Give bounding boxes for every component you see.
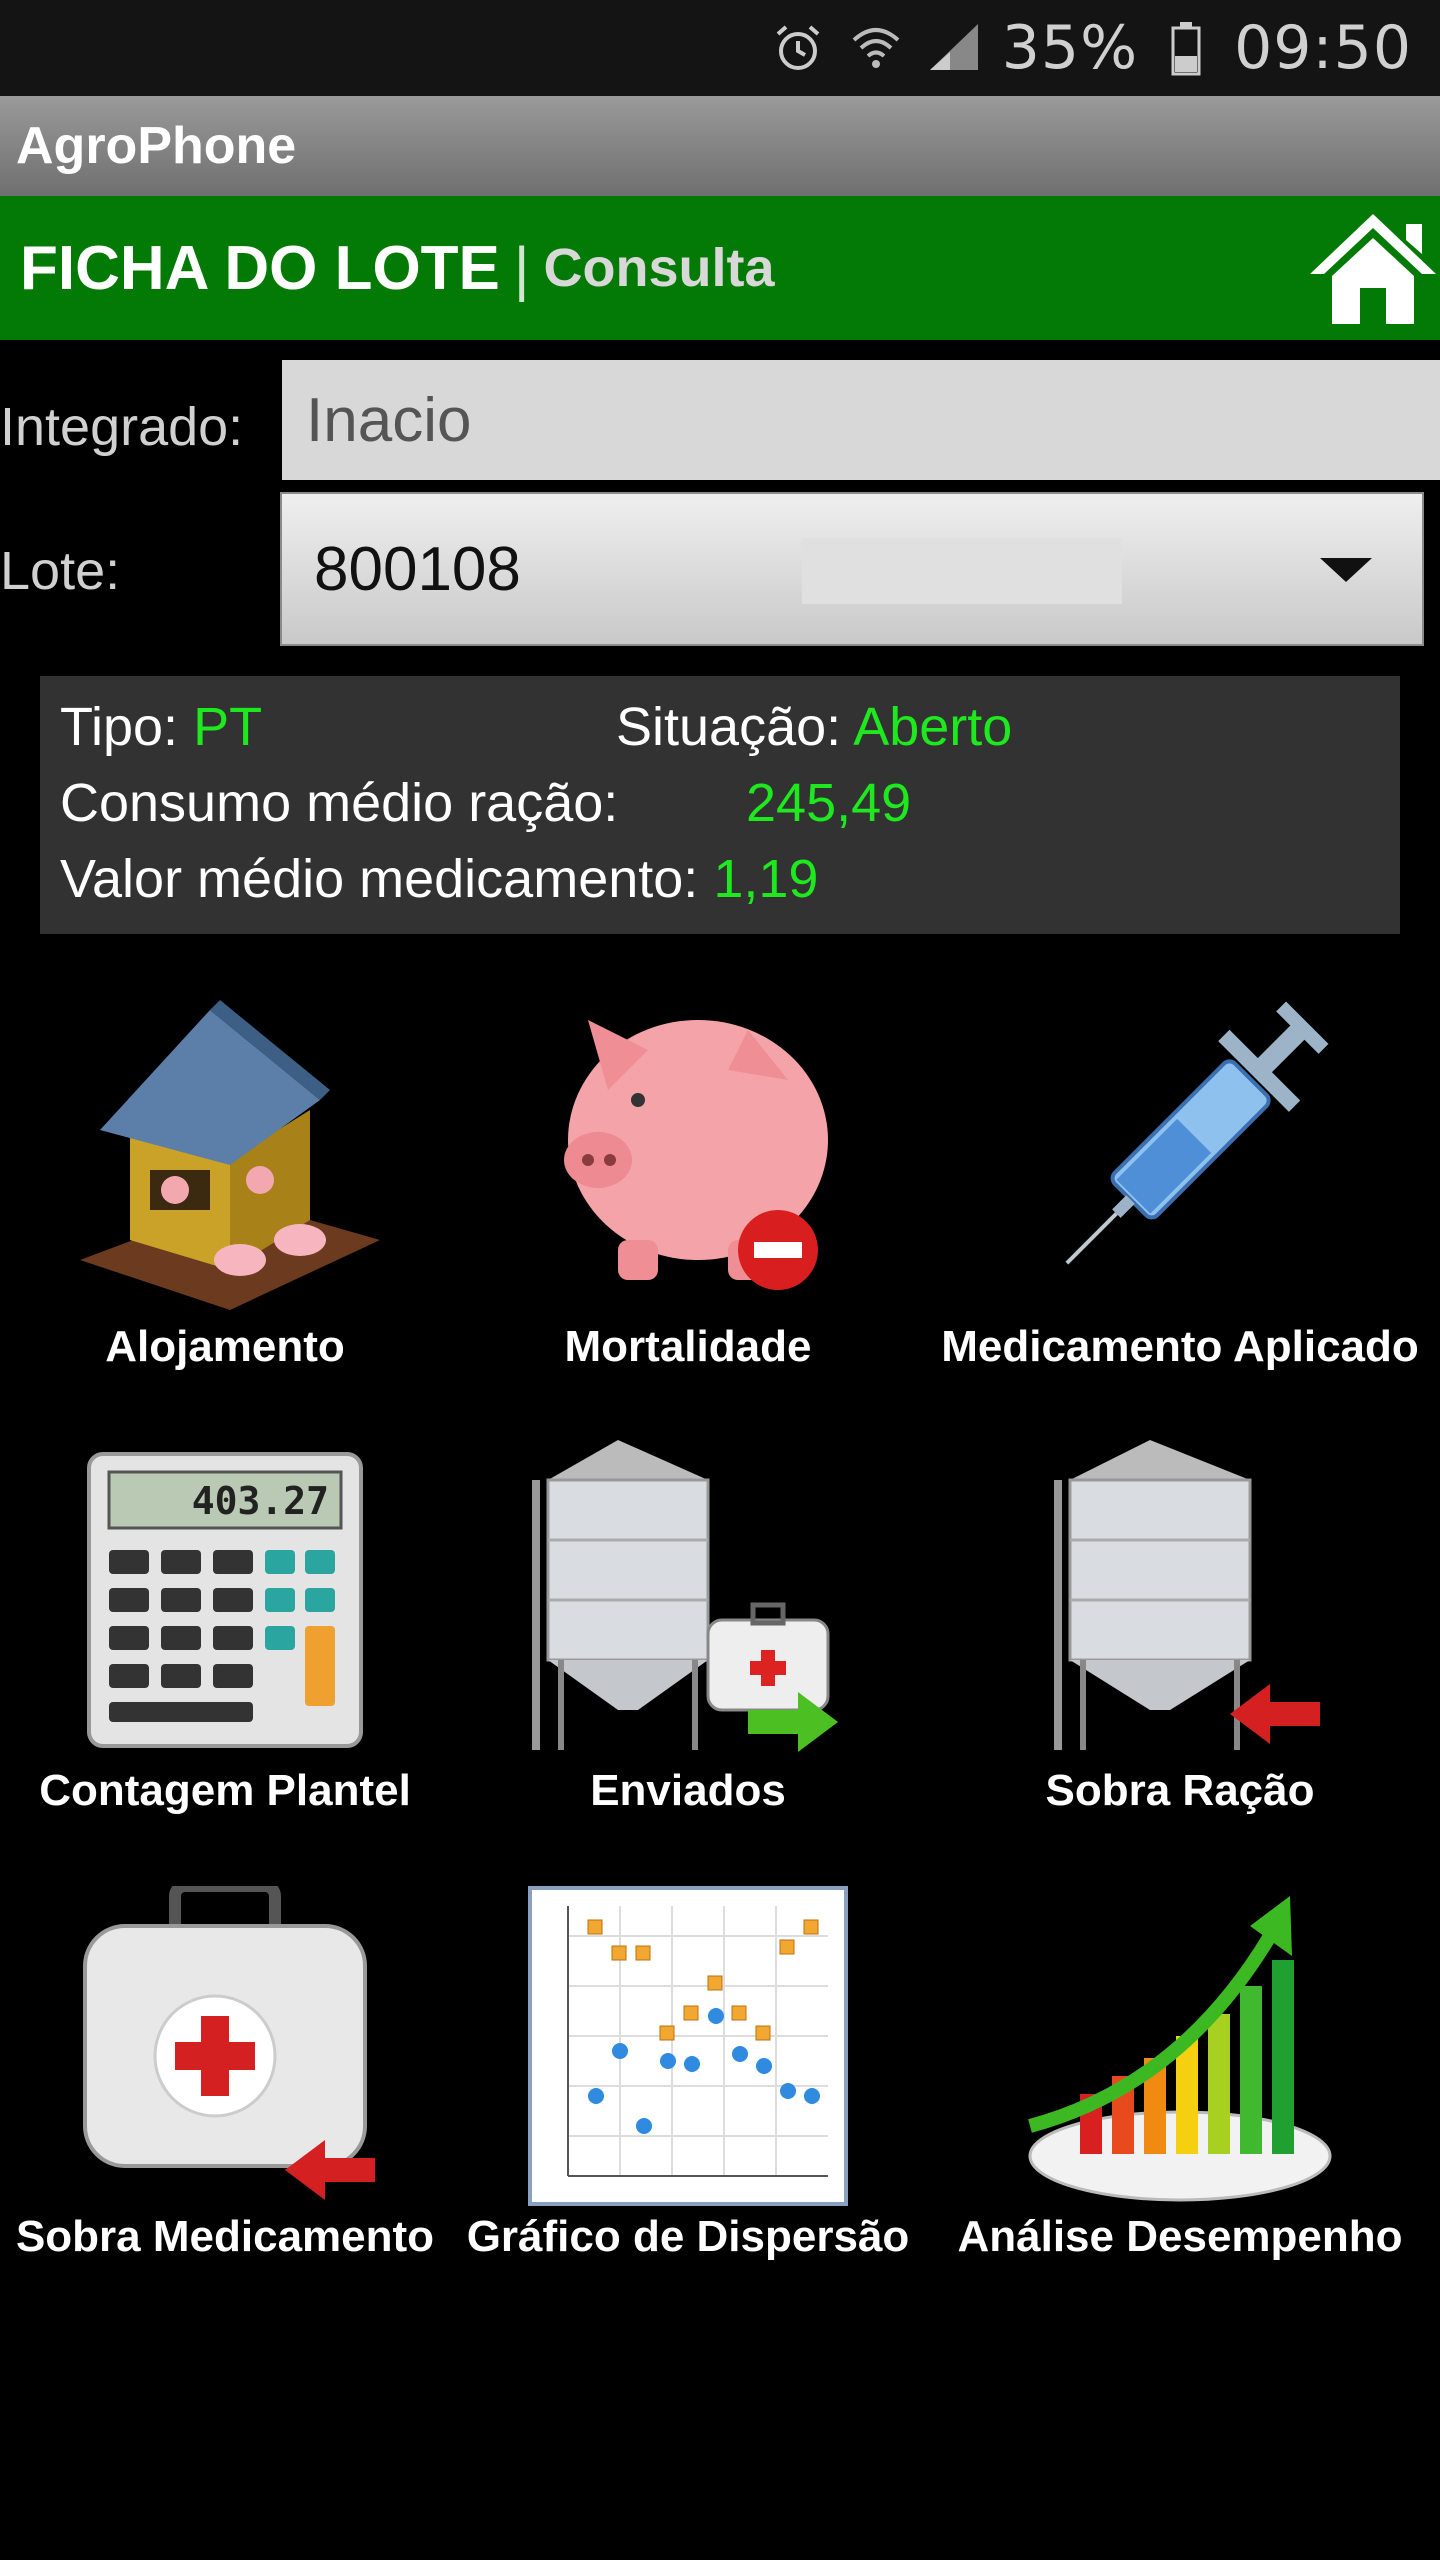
page-title: FICHA DO LOTE [20,233,500,303]
lote-label: Lote: [0,541,121,601]
valor-label: Valor médio medicamento: [60,849,699,909]
calculator-icon: 403.27 [85,1450,365,1750]
tile-enviados[interactable]: Enviados [448,1440,928,1840]
consumo-row: Consumo médio ração: [60,772,618,834]
lote-info-panel: Tipo: PT Situação: Aberto Consumo médio … [40,676,1400,934]
integrado-label: Integrado: [0,397,244,457]
redacted-area [802,538,1122,604]
integrado-value: Inacio [306,385,472,455]
app-title: AgroPhone [16,117,297,175]
clock-time: 09:50 [1234,13,1412,83]
tile-grafico-dispersao[interactable]: Gráfico de Dispersão [448,1886,928,2286]
tile-alojamento[interactable]: Alojamento [0,990,465,1390]
consumo-label: Consumo médio ração: [60,773,619,833]
home-icon[interactable] [1306,204,1440,332]
situacao-label: Situação: [616,697,842,757]
tile-sobra-medicamento[interactable]: Sobra Medicamento [0,1880,465,2286]
title-separator: | [513,234,530,302]
silo-return-icon [1020,1440,1340,1760]
syringe-icon [1020,990,1340,1310]
valor-row: Valor médio medicamento: 1,19 [60,848,818,910]
lote-select[interactable]: 800108 [280,492,1424,646]
tipo-value: PT [193,697,263,757]
app-action-bar: AgroPhone [0,96,1440,196]
tipo-label: Tipo: [60,697,179,757]
medkit-return-icon [65,1880,385,2206]
tile-mortalidade[interactable]: Mortalidade [448,990,928,1390]
tile-label: Enviados [590,1766,786,1815]
battery-percent: 35% [1001,13,1139,83]
silo-send-icon [528,1440,848,1760]
tile-medicamento-aplicado[interactable]: Medicamento Aplicado [940,990,1420,1390]
tile-label: Medicamento Aplicado [941,1322,1419,1371]
status-bar: 35% 09:50 [0,0,1440,96]
integrado-field[interactable]: Inacio [282,360,1440,480]
tile-contagem-plantel[interactable]: 403.27 Contagem Plantel [0,1440,465,1840]
situacao-value: Aberto [853,697,1013,757]
tile-label: Análise Desempenho [957,2212,1403,2261]
piggy-minus-icon [528,990,848,1310]
consumo-value: 245,49 [746,773,912,833]
tile-label: Sobra Ração [1045,1766,1315,1815]
signal-icon [924,18,984,78]
valor-value: 1,19 [713,849,819,909]
page-header: FICHA DO LOTE | Consulta [0,196,1440,340]
situacao-row: Situação: Aberto [616,696,1012,758]
tipo-row: Tipo: PT [60,696,262,758]
tile-label: Gráfico de Dispersão [466,2212,910,2261]
scatter-chart-icon [528,1886,848,2206]
tile-sobra-racao[interactable]: Sobra Ração [940,1440,1420,1840]
calculator-display: 403.27 [192,1479,329,1523]
tile-label: Mortalidade [564,1322,812,1371]
barn-pigs-icon [60,990,390,1320]
wifi-icon [846,18,906,78]
alarm-clock-icon [768,18,828,78]
battery-icon [1156,18,1216,78]
page-subtitle: Consulta [543,238,775,298]
tile-analise-desempenho[interactable]: Análise Desempenho [940,1886,1420,2286]
dropdown-arrow-icon[interactable] [1320,558,1372,582]
growth-chart-icon [1020,1886,1340,2206]
lote-value: 800108 [314,534,521,604]
